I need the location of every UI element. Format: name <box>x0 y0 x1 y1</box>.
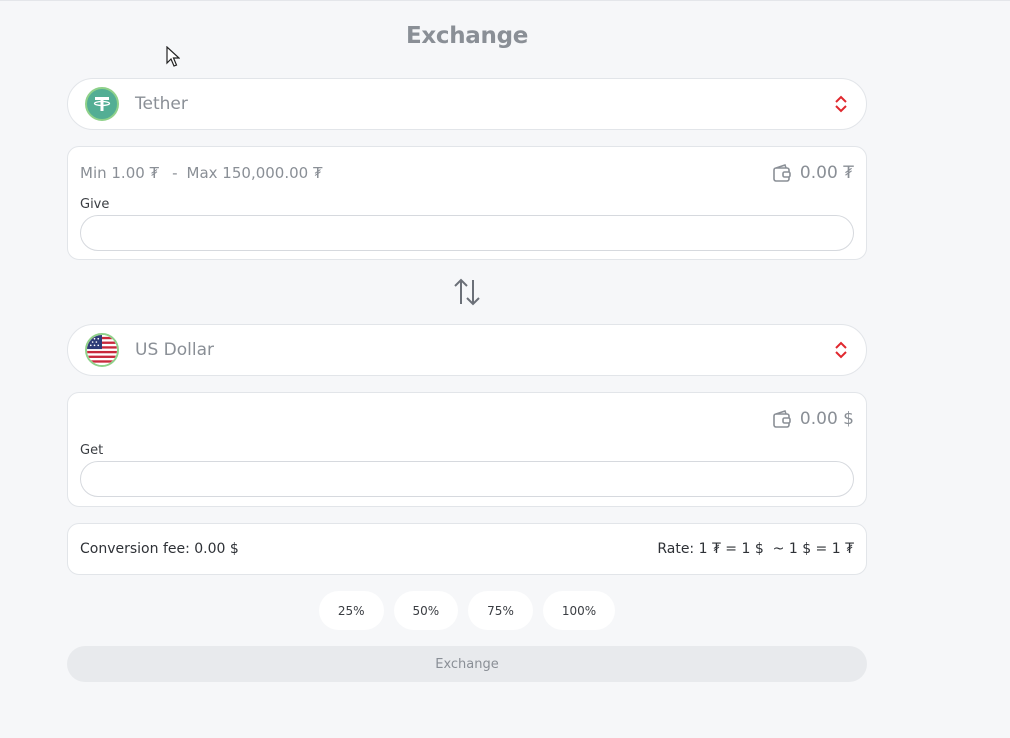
get-currency-select[interactable]: US Dollar <box>67 324 867 376</box>
percent-buttons: 25% 50% 75% 100% <box>0 591 934 630</box>
give-field-label: Give <box>80 197 110 212</box>
tether-coin-icon <box>85 87 119 121</box>
conversion-fee: Conversion fee: 0.00 $ <box>80 541 239 557</box>
limit-separator: - <box>172 164 178 182</box>
chevron-up-down-icon <box>835 95 847 113</box>
exchange-button[interactable]: Exchange <box>67 646 867 682</box>
percent-100-button[interactable]: 100% <box>542 591 616 630</box>
page-title: Exchange <box>405 23 529 49</box>
mouse-cursor-icon <box>166 46 180 67</box>
get-amount-input[interactable] <box>80 461 854 497</box>
wallet-icon <box>773 164 791 182</box>
give-amount-input[interactable] <box>80 215 854 251</box>
chevron-up-down-icon <box>835 341 847 359</box>
us-flag-icon <box>85 333 119 367</box>
give-panel: Min 1.00 ₮ - Max 150,000.00 ₮ 0.00 ₮ Give <box>67 146 867 260</box>
get-panel: 0.00 $ Get <box>67 392 867 507</box>
give-limits: Min 1.00 ₮ - Max 150,000.00 ₮ <box>80 164 772 182</box>
give-balance: 0.00 ₮ <box>772 163 854 183</box>
get-balance-value: 0.00 $ <box>799 409 854 429</box>
wallet-icon <box>773 410 791 428</box>
percent-75-button[interactable]: 75% <box>468 591 533 630</box>
swap-arrows-icon[interactable] <box>453 277 481 307</box>
min-limit: Min 1.00 ₮ <box>80 164 160 182</box>
max-limit: Max 150,000.00 ₮ <box>186 164 323 182</box>
give-currency-label: Tether <box>135 94 188 114</box>
get-balance: 0.00 $ <box>772 409 854 429</box>
get-field-label: Get <box>80 443 104 458</box>
percent-50-button[interactable]: 50% <box>393 591 459 630</box>
give-balance-value: 0.00 ₮ <box>799 163 854 183</box>
conversion-info: Conversion fee: 0.00 $ Rate: 1 ₮ = 1 $ ~… <box>67 523 867 575</box>
exchange-rate: Rate: 1 ₮ = 1 $ ~ 1 $ = 1 ₮ <box>657 541 854 557</box>
give-currency-select[interactable]: Tether <box>67 78 867 130</box>
percent-25-button[interactable]: 25% <box>318 591 384 630</box>
get-currency-label: US Dollar <box>135 340 214 360</box>
